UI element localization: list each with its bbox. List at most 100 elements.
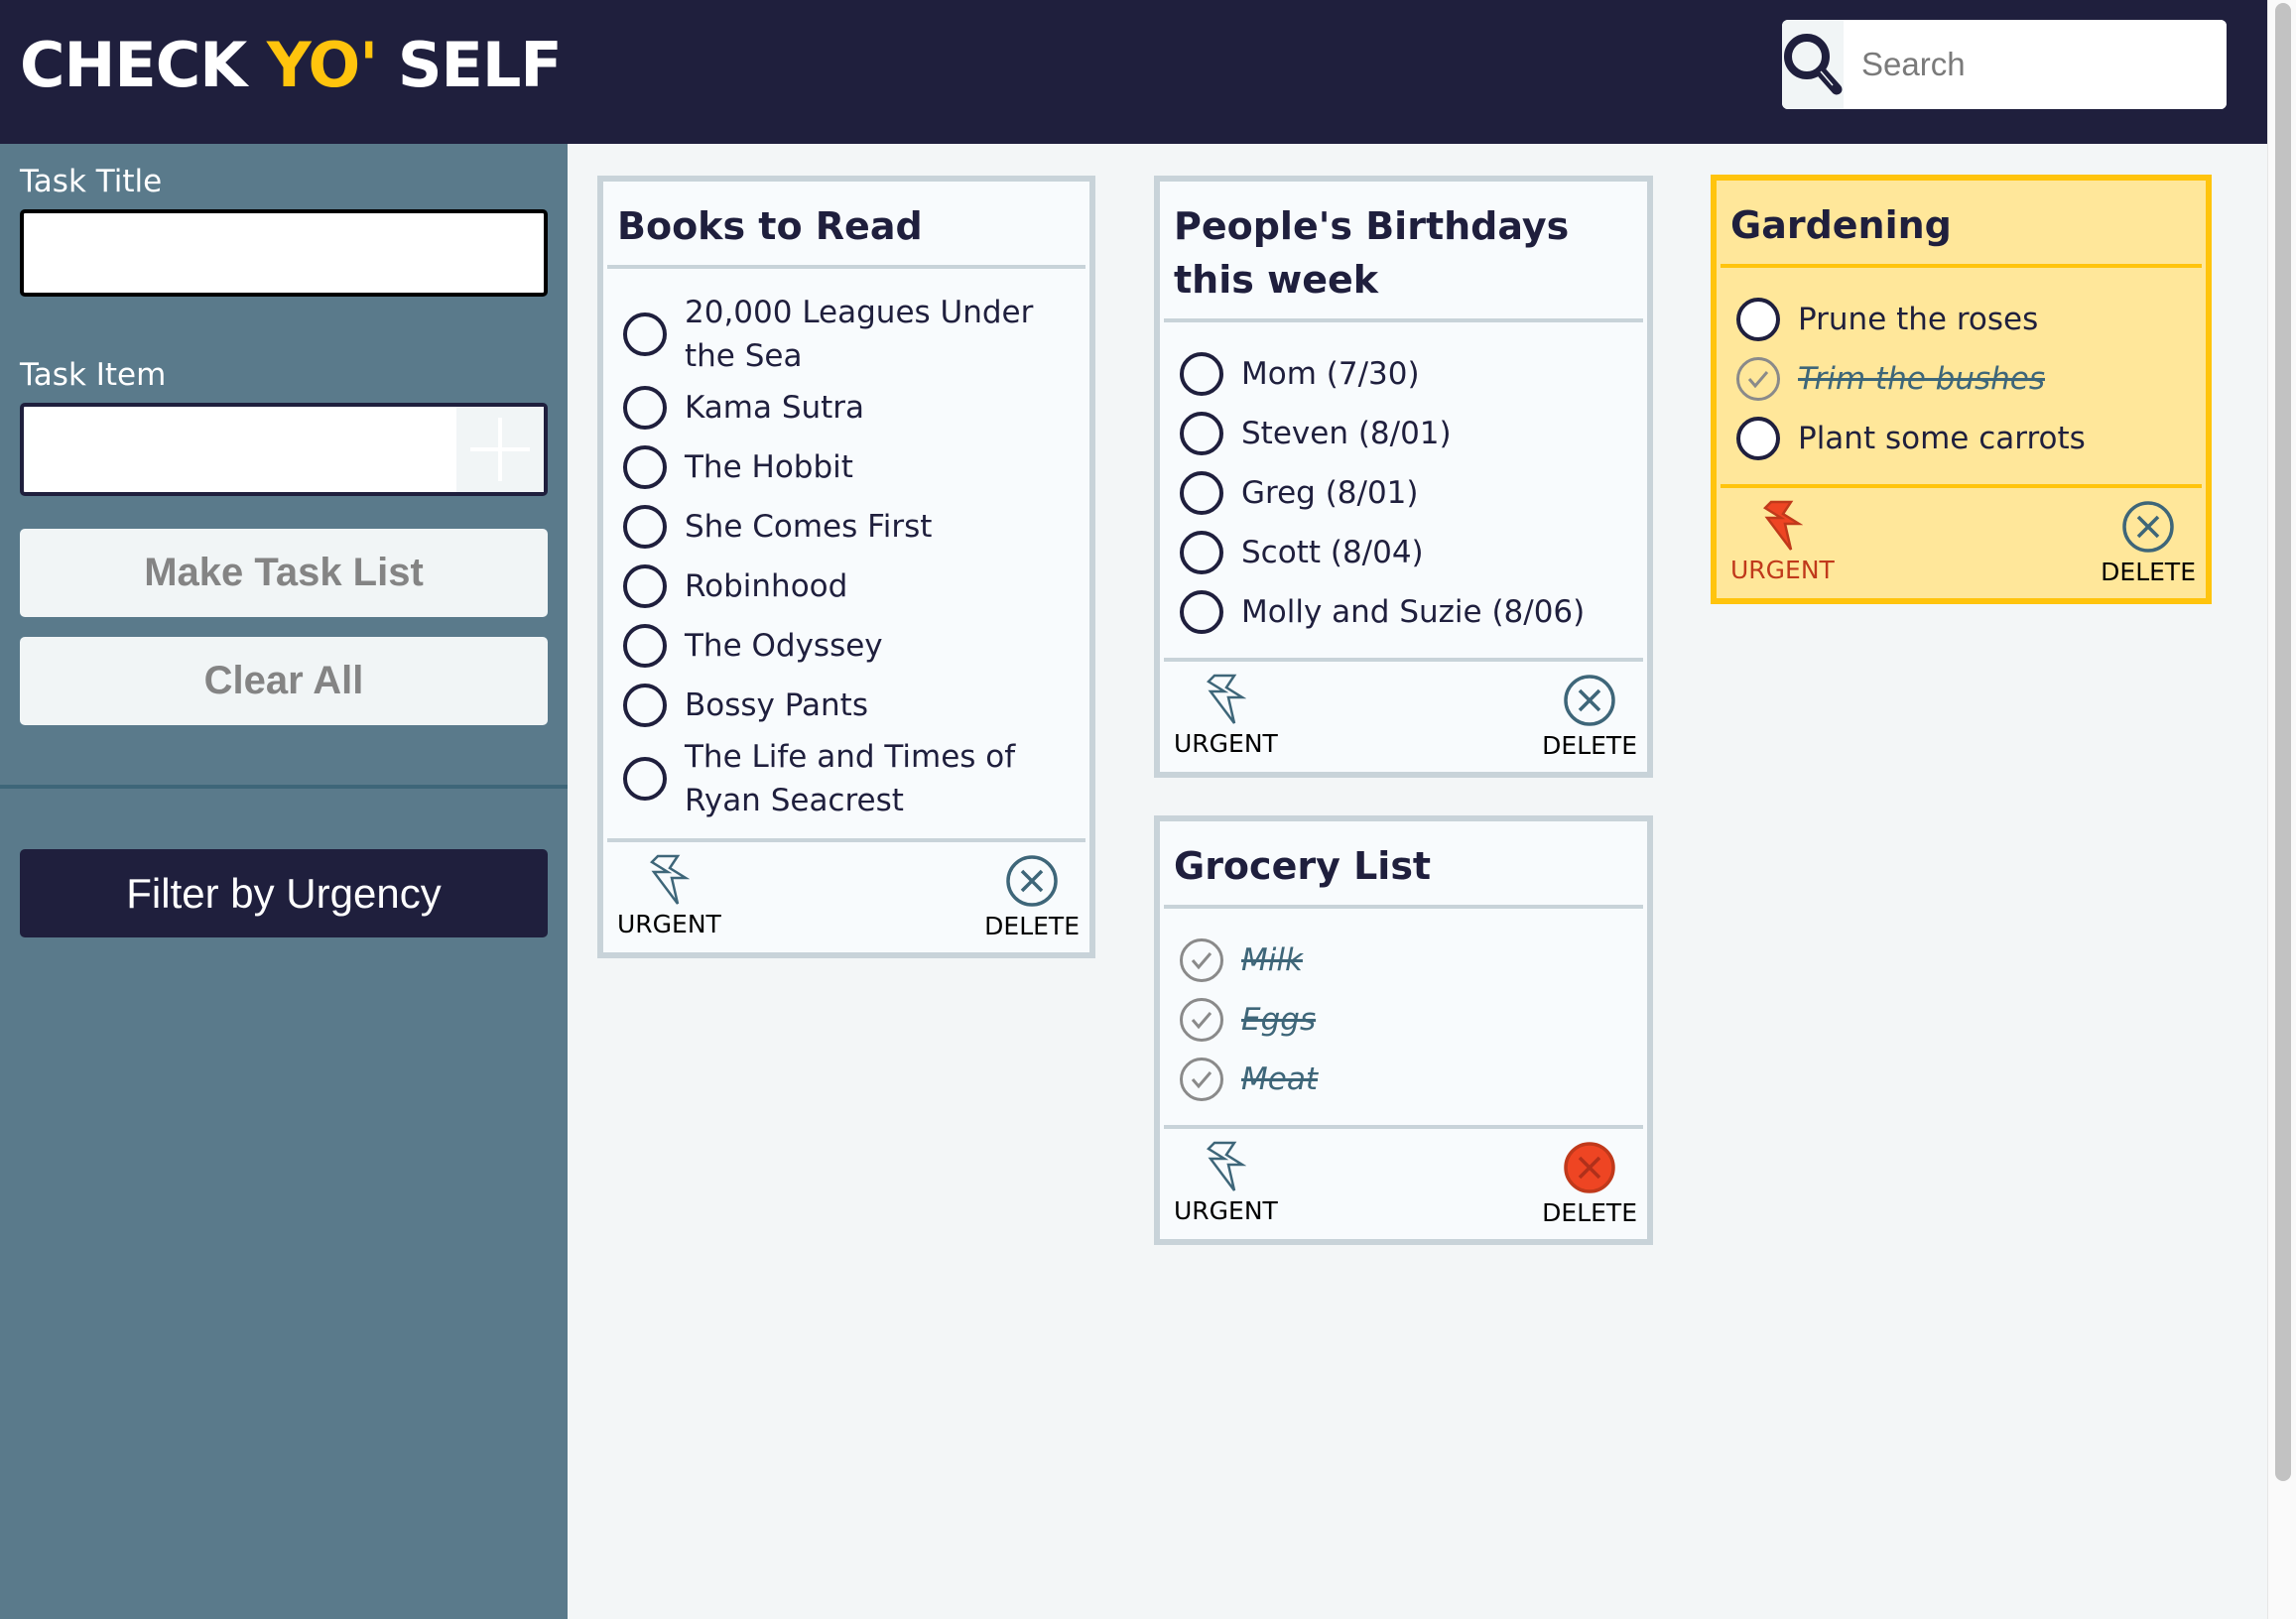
task-item-text: She Comes First — [685, 509, 933, 545]
task-list: Mom (7/30) Steven (8/01) Greg (8/01) Sco… — [1160, 322, 1647, 658]
delete-button[interactable]: DELETE — [1542, 1141, 1637, 1227]
checkmark-icon — [1191, 952, 1212, 970]
urgent-button[interactable]: URGENT — [1174, 1141, 1278, 1227]
task-title-input[interactable] — [24, 213, 544, 293]
add-item-button[interactable] — [456, 407, 544, 492]
delete-button[interactable]: DELETE — [984, 854, 1080, 940]
urgent-label: URGENT — [1730, 556, 1835, 584]
unchecked-checkbox[interactable] — [1180, 531, 1223, 574]
delete-button[interactable]: DELETE — [1542, 674, 1637, 760]
delete-icon — [2122, 501, 2174, 553]
task-item: Eggs — [1180, 990, 1639, 1050]
task-item-text: Greg (8/01) — [1241, 475, 1419, 511]
app: CHECK YO' SELF Task Title Task Item — [0, 0, 2296, 1619]
task-item-text: Mom (7/30) — [1241, 356, 1420, 392]
delete-label: DELETE — [2101, 558, 2196, 586]
task-item: Milk — [1180, 931, 1639, 990]
logo-text-accent: YO' — [266, 29, 378, 101]
checkmark-icon — [1191, 1071, 1212, 1089]
task-item: Mom (7/30) — [1180, 344, 1639, 404]
task-item: 20,000 Leagues Under the Sea — [623, 291, 1082, 378]
task-item-input[interactable] — [24, 407, 456, 492]
unchecked-checkbox[interactable] — [1736, 417, 1780, 460]
card-title: Gardening — [1730, 203, 1952, 247]
task-item-text: Kama Sutra — [685, 390, 865, 426]
delete-icon — [1564, 675, 1615, 726]
task-item: Trim the bushes — [1736, 349, 2198, 409]
checked-checkbox[interactable] — [1180, 938, 1223, 982]
unchecked-checkbox[interactable] — [1180, 471, 1223, 515]
task-item-text: Bossy Pants — [685, 687, 868, 723]
scrollbar-thumb[interactable] — [2275, 3, 2291, 1481]
search-icon — [1784, 34, 1843, 95]
scrollbar[interactable] — [2267, 0, 2296, 1619]
logo-text-1: CHECK — [20, 29, 267, 101]
lightning-icon — [650, 854, 691, 905]
task-item: The Odyssey — [623, 616, 1082, 676]
lightning-icon — [1207, 674, 1247, 724]
clear-all-button[interactable]: Clear All — [20, 637, 548, 725]
task-list: 20,000 Leagues Under the Sea Kama Sutra … — [603, 269, 1089, 838]
filter-by-urgency-button[interactable]: Filter by Urgency — [20, 849, 548, 937]
checked-checkbox[interactable] — [1736, 357, 1780, 401]
task-card: People's Birthdays this week Mom (7/30) … — [1154, 176, 1653, 778]
task-item-text: Steven (8/01) — [1241, 416, 1452, 451]
card-title: People's Birthdays this week — [1174, 204, 1570, 302]
delete-label: DELETE — [984, 912, 1080, 940]
task-item-text: Molly and Suzie (8/06) — [1241, 594, 1586, 630]
app-logo: CHECK YO' SELF — [20, 28, 563, 103]
delete-icon — [1006, 855, 1058, 907]
lightning-icon — [1207, 1141, 1247, 1191]
unchecked-checkbox[interactable] — [623, 757, 667, 801]
unchecked-checkbox[interactable] — [623, 505, 667, 549]
unchecked-checkbox[interactable] — [623, 564, 667, 608]
checked-checkbox[interactable] — [1180, 998, 1223, 1042]
checked-checkbox[interactable] — [1180, 1058, 1223, 1101]
unchecked-checkbox[interactable] — [623, 684, 667, 727]
task-item: She Comes First — [623, 497, 1082, 557]
sidebar: Task Title Task Item Make Task List Clea… — [0, 144, 568, 1619]
unchecked-checkbox[interactable] — [623, 624, 667, 668]
search-input[interactable] — [1844, 20, 2227, 109]
card-footer: URGENT DELETE — [1717, 488, 2206, 598]
task-item: Steven (8/01) — [1180, 404, 1639, 463]
task-item-text: Trim the bushes — [1798, 361, 2046, 397]
task-item: Robinhood — [623, 557, 1082, 616]
task-list: Milk Eggs Meat — [1160, 909, 1647, 1125]
unchecked-checkbox[interactable] — [623, 386, 667, 430]
task-item-text: Robinhood — [685, 568, 848, 604]
unchecked-checkbox[interactable] — [1736, 298, 1780, 341]
delete-button[interactable]: DELETE — [2101, 500, 2196, 586]
task-title-field — [20, 209, 548, 297]
unchecked-checkbox[interactable] — [1180, 590, 1223, 634]
logo-text-2: SELF — [377, 29, 563, 101]
task-item-text: The Life and Times of Ryan Seacrest — [685, 739, 1016, 818]
task-item: Molly and Suzie (8/06) — [1180, 582, 1639, 642]
delete-icon — [1564, 1142, 1615, 1193]
urgent-label: URGENT — [1174, 1196, 1278, 1225]
task-item-text: Prune the roses — [1798, 302, 2039, 337]
task-item: Meat — [1180, 1050, 1639, 1109]
unchecked-checkbox[interactable] — [623, 312, 667, 356]
task-item: Kama Sutra — [623, 378, 1082, 437]
card-title: Grocery List — [1174, 844, 1432, 888]
unchecked-checkbox[interactable] — [623, 445, 667, 489]
sidebar-divider — [0, 785, 568, 789]
urgent-label: URGENT — [617, 910, 721, 938]
task-item-text: Plant some carrots — [1798, 421, 2086, 456]
unchecked-checkbox[interactable] — [1180, 352, 1223, 396]
unchecked-checkbox[interactable] — [1180, 412, 1223, 455]
task-title-label: Task Title — [20, 164, 163, 199]
task-item-text: Eggs — [1241, 1002, 1317, 1038]
make-task-list-button[interactable]: Make Task List — [20, 529, 548, 617]
search-button[interactable] — [1782, 20, 1844, 109]
delete-label: DELETE — [1542, 1198, 1637, 1227]
task-item-field — [20, 403, 548, 496]
urgent-button[interactable]: URGENT — [617, 854, 721, 940]
lightning-icon — [1763, 500, 1804, 551]
task-item-text: 20,000 Leagues Under the Sea — [685, 295, 1034, 374]
task-item: Prune the roses — [1736, 290, 2198, 349]
task-item: The Life and Times of Ryan Seacrest — [623, 735, 1082, 822]
urgent-button[interactable]: URGENT — [1174, 674, 1278, 760]
urgent-button[interactable]: URGENT — [1730, 500, 1835, 586]
